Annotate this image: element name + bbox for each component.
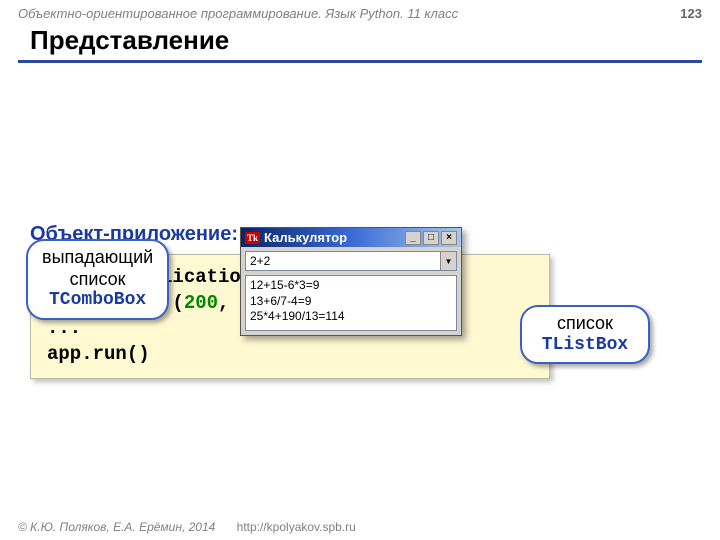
title-underline xyxy=(18,60,702,63)
callout-listbox: список TListBox xyxy=(520,305,650,364)
combobox-input[interactable] xyxy=(246,252,440,270)
callout-class: TComboBox xyxy=(42,290,153,312)
callout-text: список xyxy=(536,313,634,335)
list-item[interactable]: 25*4+190/13=114 xyxy=(250,309,452,325)
content-area: выпадающий список TComboBox список TList… xyxy=(0,223,720,379)
page-title: Представление xyxy=(0,23,720,60)
callout-class: TListBox xyxy=(536,335,634,357)
tk-icon: Tk xyxy=(245,232,260,244)
maximize-button[interactable]: □ xyxy=(423,231,439,245)
minimize-button[interactable]: _ xyxy=(405,231,421,245)
callout-text: выпадающий xyxy=(42,247,153,269)
callout-combobox: выпадающий список TComboBox xyxy=(26,239,169,320)
window-title: Калькулятор xyxy=(264,230,347,245)
footer: © К.Ю. Поляков, Е.А. Ерёмин, 2014 http:/… xyxy=(0,520,720,534)
code-line: app.run() xyxy=(47,342,533,368)
listbox[interactable]: 12+15-6*3=9 13+6/7-4=9 25*4+190/13=114 xyxy=(245,275,457,331)
app-window: Tk Калькулятор _ □ × ▼ 12+15-6*3=9 13+6/… xyxy=(240,227,462,336)
copyright: © К.Ю. Поляков, Е.А. Ерёмин, 2014 xyxy=(18,520,215,534)
chevron-down-icon[interactable]: ▼ xyxy=(440,252,456,270)
list-item[interactable]: 13+6/7-4=9 xyxy=(250,294,452,310)
footer-url: http://kpolyakov.spb.ru xyxy=(237,520,356,534)
callout-text: список xyxy=(42,269,153,291)
combobox[interactable]: ▼ xyxy=(245,251,457,271)
page-number: 123 xyxy=(680,6,702,21)
list-item[interactable]: 12+15-6*3=9 xyxy=(250,278,452,294)
course-title: Объектно-ориентированное программировани… xyxy=(18,6,458,21)
window-titlebar[interactable]: Tk Калькулятор _ □ × xyxy=(241,228,461,247)
close-button[interactable]: × xyxy=(441,231,457,245)
header: Объектно-ориентированное программировани… xyxy=(0,0,720,23)
